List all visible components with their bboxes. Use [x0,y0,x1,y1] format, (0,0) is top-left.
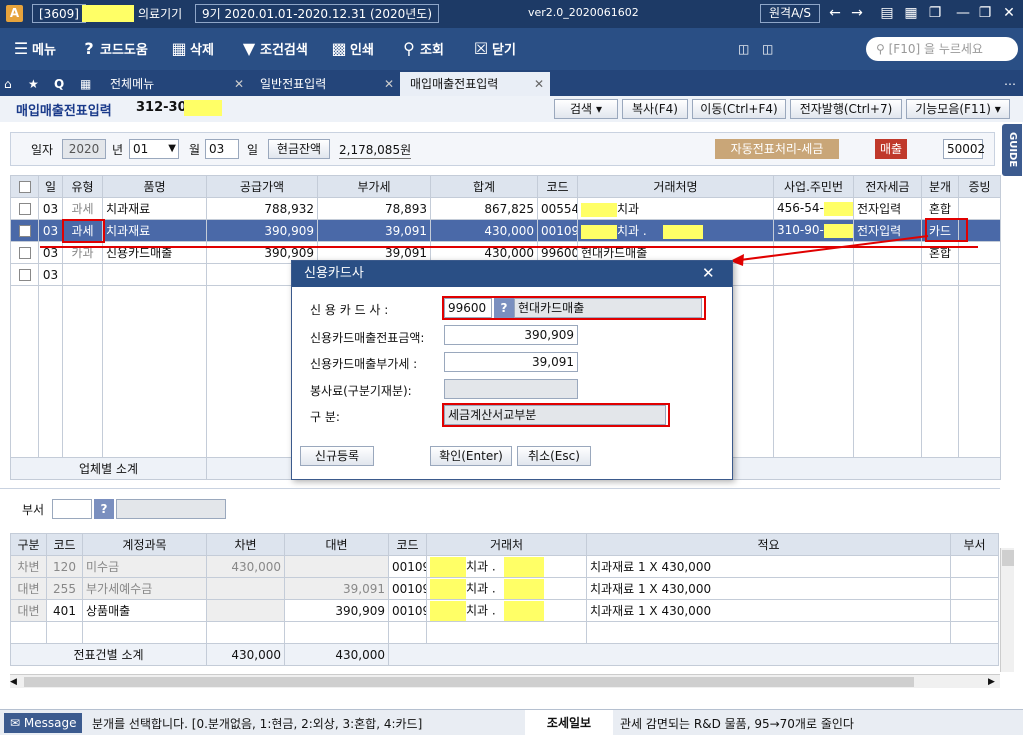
jcell-credit[interactable] [284,555,389,578]
card-amount-input[interactable]: 390,909 [444,325,578,345]
journal-row[interactable]: 차변 120 미수금 430,000 00109 치과 . 치과재료 1 X 4… [10,555,999,578]
empty-cell [586,621,951,644]
journal-subtotal-row: 전표건별 소계 430,000 430,000 [10,643,999,666]
department-code-input[interactable] [52,499,92,519]
journal-row[interactable]: 대변 401 상품매출 390,909 00109 치과 . 치과재료 1 X … [10,599,999,622]
scroll-left-icon[interactable]: ◀ [10,675,17,689]
redacted-client-2 [503,600,544,621]
jcell-debit[interactable]: 430,000 [206,555,285,578]
journal-subtotal-rest [388,643,999,666]
jcol-div: 구분 [10,533,47,556]
status-bar: ✉ Message 분개를 선택합니다. [0.분개없음, 1:현금, 2:외상… [0,709,1023,736]
jcell-debit[interactable] [206,599,285,622]
jcol-client: 거래처 [426,533,587,556]
jcell-account[interactable]: 부가세예수금 [82,577,207,600]
empty-cell [388,621,427,644]
jcell-code[interactable]: 401 [46,599,83,622]
service-fee-input[interactable] [444,379,578,399]
message-icon: ✉ [10,716,24,730]
jcol-ccode: 코드 [388,533,427,556]
journal-vertical-scrollbar[interactable] [1000,548,1014,672]
service-fee-label: 봉사료(구분기재분): [310,384,412,398]
jcell-memo[interactable]: 치과재료 1 X 430,000 [586,577,951,600]
jcell-div[interactable]: 차변 [10,555,47,578]
department-help-icon[interactable]: ? [94,499,114,519]
journal-row[interactable]: 대변 255 부가세예수금 39,091 00109 치과 . 치과재료 1 X… [10,577,999,600]
jcell-dept[interactable] [950,599,999,622]
news-source[interactable]: 조세일보 [525,710,613,736]
card-amount-label: 신용카드매출전표금액: [310,331,425,345]
message-tag-label: Message [23,716,77,730]
scroll-thumb[interactable] [1002,550,1014,566]
department-label: 부서 [22,503,45,517]
journal-subtotal-label: 전표건별 소계 [10,643,207,666]
jcell-dept[interactable] [950,577,999,600]
department-name-field [116,499,226,519]
status-message: 분개를 선택합니다. [0.분개없음, 1:현금, 2:외상, 3:혼합, 4:… [92,717,423,731]
jcol-credit: 대변 [284,533,389,556]
redacted-client [430,600,466,621]
empty-cell [10,621,47,644]
client-text: 치과 . [466,603,496,617]
journal-empty-row[interactable] [10,621,999,644]
journal-credit-total: 430,000 [284,643,389,666]
client-text: 치과 . [466,581,496,595]
dialog-close-icon[interactable]: ✕ [702,264,715,282]
jcell-account[interactable]: 상품매출 [82,599,207,622]
jcell-memo[interactable]: 치과재료 1 X 430,000 [586,555,951,578]
jcell-ccode[interactable]: 00109 [388,555,427,578]
highlight-division [442,403,670,427]
news-headline[interactable]: 관세 감면되는 R&D 물품, 95→70개로 줄인다 [620,715,854,732]
journal-header-row: 구분 코드 계정과목 차변 대변 코드 거래처 적요 부서 [10,533,999,556]
highlight-card-company [442,296,706,320]
redacted-client [430,556,466,577]
scroll-right-icon[interactable]: ▶ [988,675,995,689]
department-bar: 부서 ? [0,488,1000,526]
jcol-memo: 적요 [586,533,951,556]
card-vat-input[interactable]: 39,091 [444,352,578,372]
jcell-ccode[interactable]: 00109 [388,599,427,622]
jcell-ccode[interactable]: 00109 [388,577,427,600]
jcell-client[interactable]: 치과 . [426,577,587,600]
empty-cell [950,621,999,644]
division-label: 구 분: [310,410,340,424]
jcol-debit: 차변 [206,533,285,556]
jcell-debit[interactable] [206,577,285,600]
jcell-account[interactable]: 미수금 [82,555,207,578]
jcell-dept[interactable] [950,555,999,578]
redacted-client [430,578,466,599]
message-tag: ✉ Message [4,713,83,733]
confirm-button[interactable]: 확인(Enter) [430,446,512,466]
jcell-credit[interactable]: 39,091 [284,577,389,600]
journal-horizontal-scrollbar[interactable]: ◀ ▶ [10,674,1000,688]
credit-card-dialog: 신용카드사 ✕ 신 용 카 드 사 : 99600 ? 현대카드매출 신용카드매… [291,260,733,480]
jcell-client[interactable]: 치과 . [426,555,587,578]
scroll-thumb[interactable] [24,677,914,687]
jcell-code[interactable]: 255 [46,577,83,600]
empty-cell [284,621,389,644]
jcell-div[interactable]: 대변 [10,577,47,600]
card-vat-label: 신용카드매출부가세 : [310,357,418,371]
empty-cell [426,621,587,644]
jcell-memo[interactable]: 치과재료 1 X 430,000 [586,599,951,622]
jcol-code: 코드 [46,533,83,556]
jcell-code[interactable]: 120 [46,555,83,578]
jcell-client[interactable]: 치과 . [426,599,587,622]
empty-cell [82,621,207,644]
cancel-button[interactable]: 취소(Esc) [517,446,591,466]
redacted-client-2 [503,578,544,599]
dialog-title: 신용카드사 [292,261,732,287]
jcell-credit[interactable]: 390,909 [284,599,389,622]
journal-debit-total: 430,000 [206,643,285,666]
journal-table: 구분 코드 계정과목 차변 대변 코드 거래처 적요 부서 차변 120 미수금… [10,533,999,666]
new-register-button[interactable]: 신규등록 [300,446,374,466]
card-company-label: 신 용 카 드 사 : [310,303,389,317]
jcol-account: 계정과목 [82,533,207,556]
redacted-client-2 [503,556,544,577]
empty-cell [46,621,83,644]
client-text: 치과 . [466,559,496,573]
jcell-div[interactable]: 대변 [10,599,47,622]
empty-cell [206,621,285,644]
jcol-dept: 부서 [950,533,999,556]
